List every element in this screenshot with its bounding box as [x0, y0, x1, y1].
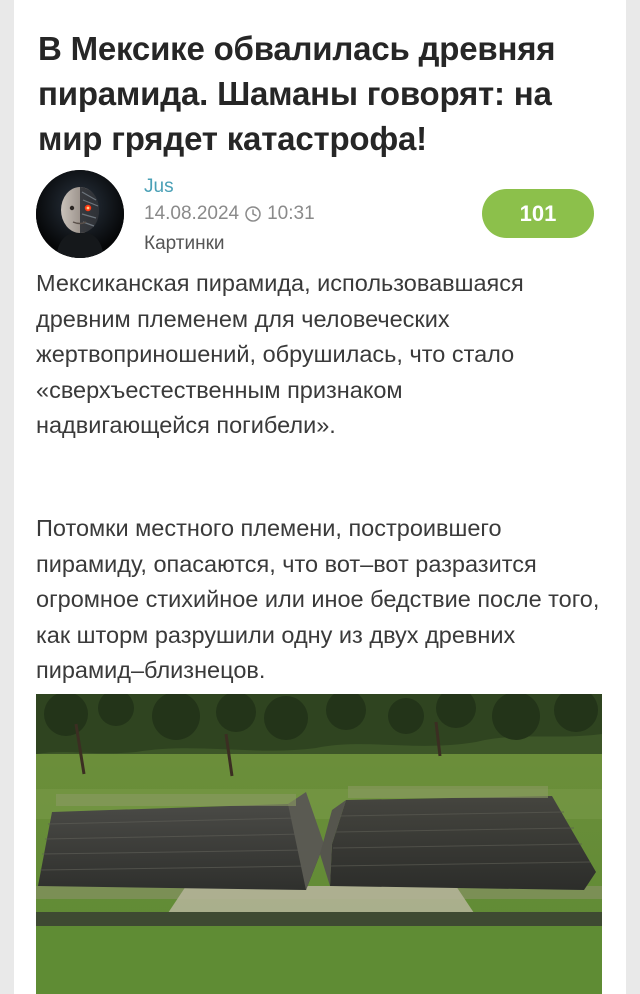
post-title[interactable]: В Мексике обвалилась древняя пирамида. Ш…: [38, 26, 598, 161]
post-paragraph: Мексиканская пирамида, использовавшаяся …: [36, 270, 524, 438]
post-category[interactable]: Картинки: [144, 233, 225, 255]
avatar-image: [36, 170, 124, 258]
pyramids-photo[interactable]: [36, 694, 602, 994]
post-date-value: 14.08.2024: [144, 203, 240, 224]
author-name[interactable]: Jus: [144, 176, 174, 198]
post-card: В Мексике обвалилась древняя пирамида. Ш…: [14, 0, 626, 994]
post-time-value: 10:31: [267, 203, 315, 224]
clock-icon: [245, 206, 261, 222]
rating-badge[interactable]: 101: [482, 189, 594, 238]
post-date: 14.08.2024 10:31: [144, 203, 315, 225]
author-avatar[interactable]: [36, 170, 124, 258]
post-paragraph: Потомки местного племени, построившего п…: [36, 515, 600, 683]
